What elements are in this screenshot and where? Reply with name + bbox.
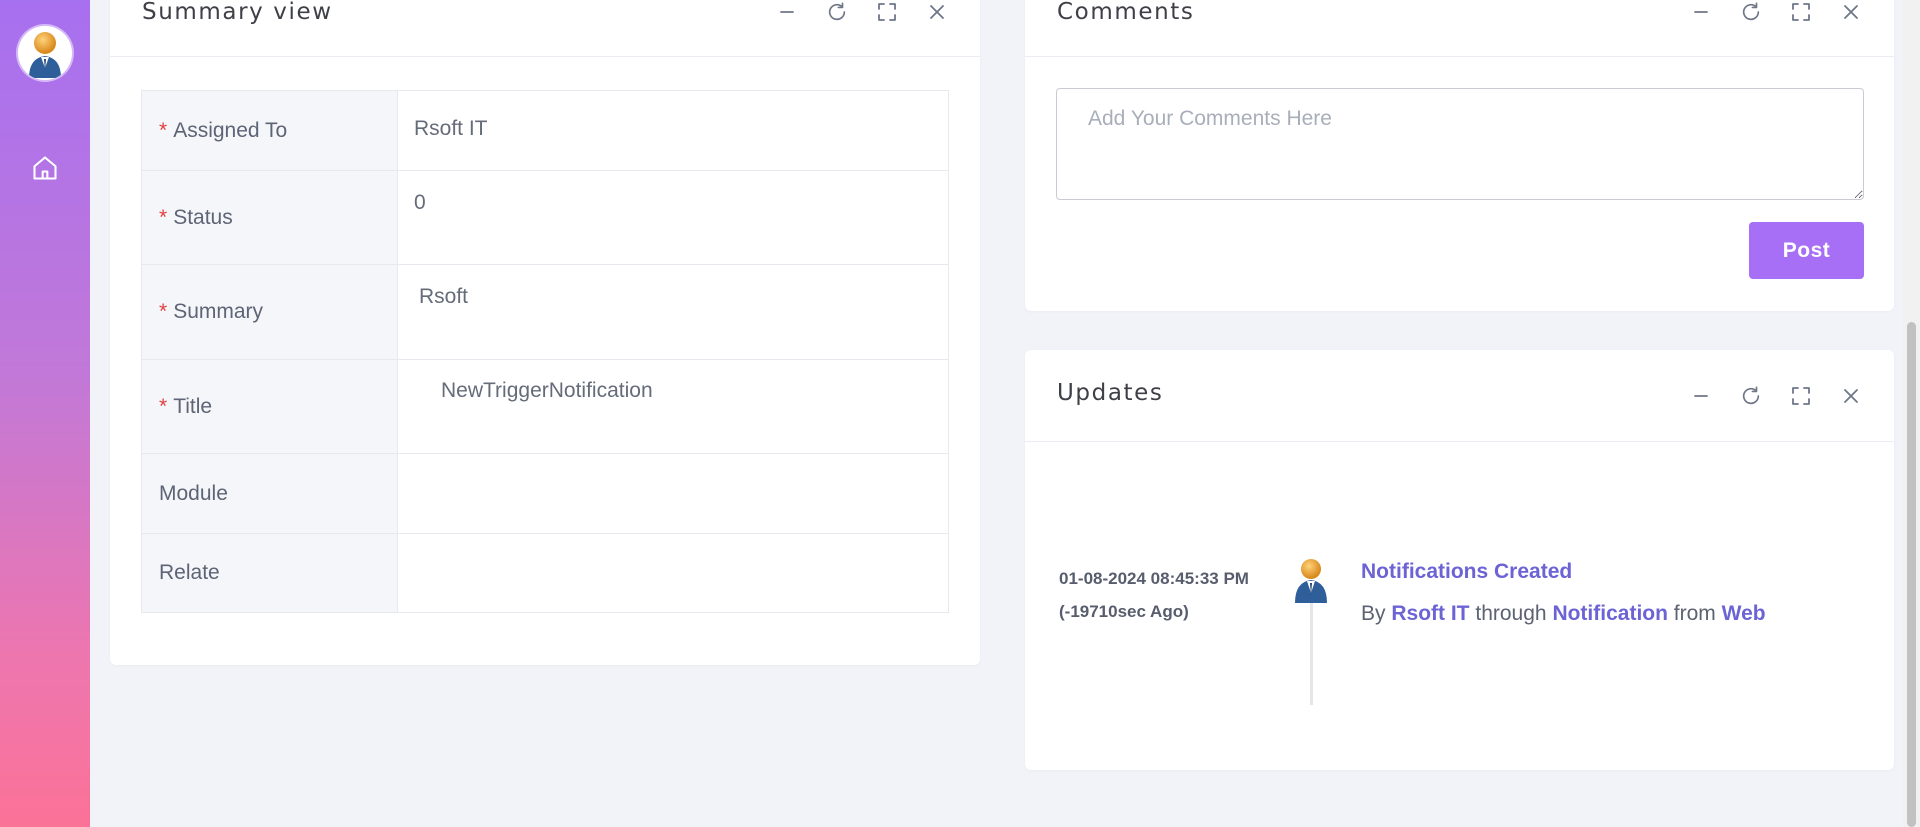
field-value-text: Rsoft — [419, 285, 469, 308]
field-label: * Assigned To — [142, 91, 398, 170]
field-value-module[interactable] — [398, 454, 948, 533]
field-value-text: Rsoft IT — [414, 117, 488, 140]
field-label-text: Status — [173, 205, 233, 229]
close-icon[interactable] — [1838, 383, 1864, 409]
home-icon[interactable] — [31, 154, 59, 182]
updates-card-header: Updates — [1025, 350, 1894, 442]
user-avatar-icon — [1292, 557, 1330, 603]
field-value-relate[interactable] — [398, 534, 948, 612]
comments-card: Comments Post — [1025, 0, 1894, 311]
field-row-status: * Status 0 — [142, 171, 948, 265]
update-date: 01-08-2024 08:45:33 PM — [1059, 569, 1249, 588]
field-row-relate: Relate — [142, 534, 948, 612]
minimize-icon[interactable] — [1688, 0, 1714, 25]
refresh-icon[interactable] — [1738, 0, 1764, 25]
update-ago: (-19710sec Ago) — [1059, 602, 1189, 621]
minimize-icon[interactable] — [774, 0, 800, 25]
update-channel-link[interactable]: Notification — [1552, 602, 1668, 625]
summary-card-header: Summary view — [110, 0, 980, 57]
field-label: Relate — [142, 534, 398, 612]
comment-input[interactable] — [1056, 88, 1864, 200]
field-label: * Title — [142, 360, 398, 453]
field-label-text: Summary — [173, 300, 264, 323]
required-mark: * — [159, 118, 168, 142]
comments-card-tools — [1688, 0, 1864, 25]
field-row-title: * Title NewTriggerNotification — [142, 360, 948, 454]
update-description: By Rsoft IT through Notification from We… — [1361, 602, 1766, 626]
refresh-icon[interactable] — [824, 0, 850, 25]
field-label-text: Title — [173, 394, 213, 418]
summary-view-card: Summary view * Assigned To Rsoft IT * St… — [110, 0, 980, 665]
field-label-text: Relate — [159, 561, 220, 584]
scrollbar-thumb[interactable] — [1907, 322, 1916, 827]
refresh-icon[interactable] — [1738, 383, 1764, 409]
update-user-link[interactable]: Rsoft IT — [1391, 602, 1469, 625]
field-value-assigned-to[interactable]: Rsoft IT — [398, 91, 948, 170]
updates-card-tools — [1688, 383, 1864, 409]
required-mark: * — [159, 205, 168, 229]
page-scrollbar[interactable] — [1903, 0, 1920, 827]
field-row-module: Module — [142, 454, 948, 534]
field-value-text: NewTriggerNotification — [441, 379, 653, 402]
field-label: * Summary — [142, 265, 398, 359]
field-value-title[interactable]: NewTriggerNotification — [398, 360, 948, 453]
updates-card: Updates 01-08-2024 08:45:33 PM (-19710se… — [1025, 350, 1894, 770]
update-timestamp: 01-08-2024 08:45:33 PM (-19710sec Ago) — [1059, 562, 1249, 628]
by-text: By — [1361, 602, 1386, 625]
summary-card-tools — [774, 0, 950, 25]
through-text: through — [1475, 602, 1547, 625]
required-mark: * — [159, 394, 168, 418]
field-value-text: 0 — [414, 191, 426, 214]
comments-card-title: Comments — [1057, 0, 1195, 25]
fullscreen-icon[interactable] — [874, 0, 900, 25]
field-row-assigned-to: * Assigned To Rsoft IT — [142, 91, 948, 171]
post-button[interactable]: Post — [1749, 222, 1864, 279]
fullscreen-icon[interactable] — [1788, 383, 1814, 409]
user-avatar-icon[interactable] — [18, 26, 72, 80]
field-value-status[interactable]: 0 — [398, 171, 948, 264]
updates-card-title: Updates — [1057, 380, 1164, 406]
field-label-text: Assigned To — [173, 118, 288, 142]
update-source-link[interactable]: Web — [1722, 602, 1766, 625]
summary-table: * Assigned To Rsoft IT * Status 0 * Summ… — [141, 90, 949, 613]
field-label: * Status — [142, 171, 398, 264]
field-row-summary: * Summary Rsoft — [142, 265, 948, 360]
field-value-summary[interactable]: Rsoft — [398, 265, 948, 359]
fullscreen-icon[interactable] — [1788, 0, 1814, 25]
sidebar — [0, 0, 90, 827]
summary-card-title: Summary view — [142, 0, 333, 25]
timeline-line — [1310, 590, 1313, 705]
update-heading[interactable]: Notifications Created — [1361, 560, 1572, 584]
field-label: Module — [142, 454, 398, 533]
from-text: from — [1673, 602, 1716, 625]
close-icon[interactable] — [1838, 0, 1864, 25]
required-mark: * — [159, 300, 168, 323]
minimize-icon[interactable] — [1688, 383, 1714, 409]
close-icon[interactable] — [924, 0, 950, 25]
field-label-text: Module — [159, 481, 228, 505]
comments-card-header: Comments — [1025, 0, 1894, 57]
